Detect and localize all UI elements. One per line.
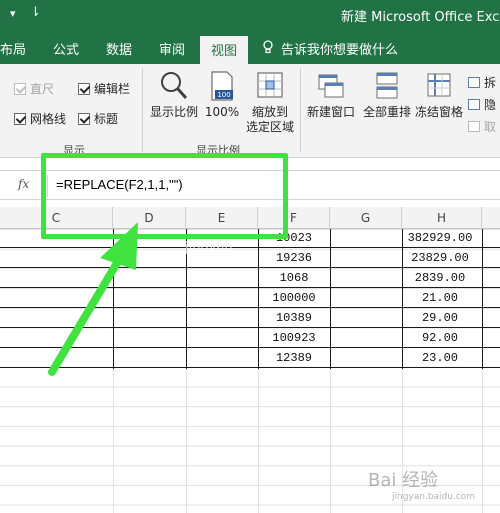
- pointer-arrow-icon: [48, 222, 138, 376]
- baidu-watermark-url: jingyan.baidu.com: [392, 492, 476, 502]
- baidu-watermark: Bai 经验: [368, 470, 439, 491]
